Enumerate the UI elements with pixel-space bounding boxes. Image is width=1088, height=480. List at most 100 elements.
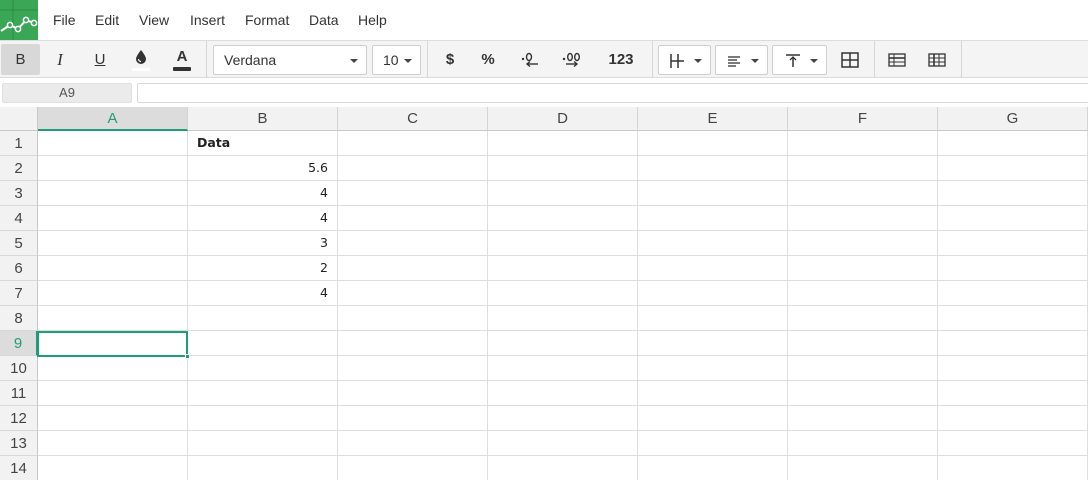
cell-d13[interactable] [488,431,638,456]
cell-f11[interactable] [788,381,938,406]
cell-b13[interactable] [188,431,338,456]
cell-d3[interactable] [488,181,638,206]
menu-edit[interactable]: Edit [95,0,119,40]
cell-f10[interactable] [788,356,938,381]
row-header-12[interactable]: 12 [0,406,38,431]
row-header-6[interactable]: 6 [0,256,38,281]
cell-b2[interactable]: 5.6 [188,156,338,181]
cell-c7[interactable] [338,281,488,306]
row-header-2[interactable]: 2 [0,156,38,181]
cell-f13[interactable] [788,431,938,456]
column-header-g[interactable]: G [938,107,1088,131]
row-header-7[interactable]: 7 [0,281,38,306]
cell-e6[interactable] [638,256,788,281]
font-size-select[interactable]: 10 [372,45,421,75]
cell-c11[interactable] [338,381,488,406]
cell-f9[interactable] [788,331,938,356]
column-header-c[interactable]: C [338,107,488,131]
menu-file[interactable]: File [53,0,76,40]
cell-b12[interactable] [188,406,338,431]
row-header-1[interactable]: 1 [0,131,38,156]
cell-e11[interactable] [638,381,788,406]
cell-a4[interactable] [38,206,188,231]
cell-a7[interactable] [38,281,188,306]
cell-e13[interactable] [638,431,788,456]
cell-f2[interactable] [788,156,938,181]
cell-a6[interactable] [38,256,188,281]
horizontal-align-dropdown[interactable] [715,45,768,75]
cell-c6[interactable] [338,256,488,281]
cell-e5[interactable] [638,231,788,256]
cell-g14[interactable] [938,456,1088,480]
cell-c14[interactable] [338,456,488,480]
cell-c9[interactable] [338,331,488,356]
row-header-9[interactable]: 9 [0,331,38,356]
cell-f3[interactable] [788,181,938,206]
cell-g7[interactable] [938,281,1088,306]
cell-b8[interactable] [188,306,338,331]
cell-a14[interactable] [38,456,188,480]
cell-c2[interactable] [338,156,488,181]
decrease-decimals-button[interactable] [511,44,549,75]
currency-button[interactable]: $ [431,44,469,75]
column-header-e[interactable]: E [638,107,788,131]
cell-d2[interactable] [488,156,638,181]
cell-e12[interactable] [638,406,788,431]
row-header-14[interactable]: 14 [0,456,38,480]
menu-view[interactable]: View [139,0,169,40]
cell-f8[interactable] [788,306,938,331]
cell-d14[interactable] [488,456,638,480]
cell-d1[interactable] [488,131,638,156]
cell-c10[interactable] [338,356,488,381]
cell-f7[interactable] [788,281,938,306]
menu-help[interactable]: Help [358,0,387,40]
column-header-f[interactable]: F [788,107,938,131]
cell-g5[interactable] [938,231,1088,256]
row-header-3[interactable]: 3 [0,181,38,206]
cell-a5[interactable] [38,231,188,256]
cell-g10[interactable] [938,356,1088,381]
cell-a12[interactable] [38,406,188,431]
cell-b4[interactable]: 4 [188,206,338,231]
cell-a3[interactable] [38,181,188,206]
freeze-cols-button[interactable] [918,44,956,75]
increase-decimals-button[interactable] [552,44,592,75]
formula-input[interactable] [137,83,1088,103]
column-header-b[interactable]: B [188,107,338,131]
cell-e1[interactable] [638,131,788,156]
cell-d5[interactable] [488,231,638,256]
cell-d4[interactable] [488,206,638,231]
cell-c8[interactable] [338,306,488,331]
cell-f14[interactable] [788,456,938,480]
cell-a8[interactable] [38,306,188,331]
cell-g12[interactable] [938,406,1088,431]
cell-b14[interactable] [188,456,338,480]
cell-d11[interactable] [488,381,638,406]
cell-g1[interactable] [938,131,1088,156]
merge-cells-button[interactable] [832,44,868,75]
cell-d10[interactable] [488,356,638,381]
underline-button[interactable]: U [81,44,119,75]
cell-d6[interactable] [488,256,638,281]
font-family-select[interactable]: Verdana [213,45,367,75]
cell-d12[interactable] [488,406,638,431]
cell-b3[interactable]: 4 [188,181,338,206]
borders-dropdown[interactable] [658,45,711,75]
row-header-11[interactable]: 11 [0,381,38,406]
fill-color-button[interactable] [121,44,161,75]
cell-g4[interactable] [938,206,1088,231]
italic-button[interactable]: I [41,44,79,75]
bold-button[interactable]: B [1,44,40,75]
select-all-corner[interactable] [0,107,38,131]
menu-format[interactable]: Format [245,0,289,40]
cell-g13[interactable] [938,431,1088,456]
row-header-4[interactable]: 4 [0,206,38,231]
cell-a1[interactable] [38,131,188,156]
cell-e7[interactable] [638,281,788,306]
row-header-5[interactable]: 5 [0,231,38,256]
cell-e2[interactable] [638,156,788,181]
cell-c4[interactable] [338,206,488,231]
cell-c1[interactable] [338,131,488,156]
cell-g2[interactable] [938,156,1088,181]
row-header-13[interactable]: 13 [0,431,38,456]
